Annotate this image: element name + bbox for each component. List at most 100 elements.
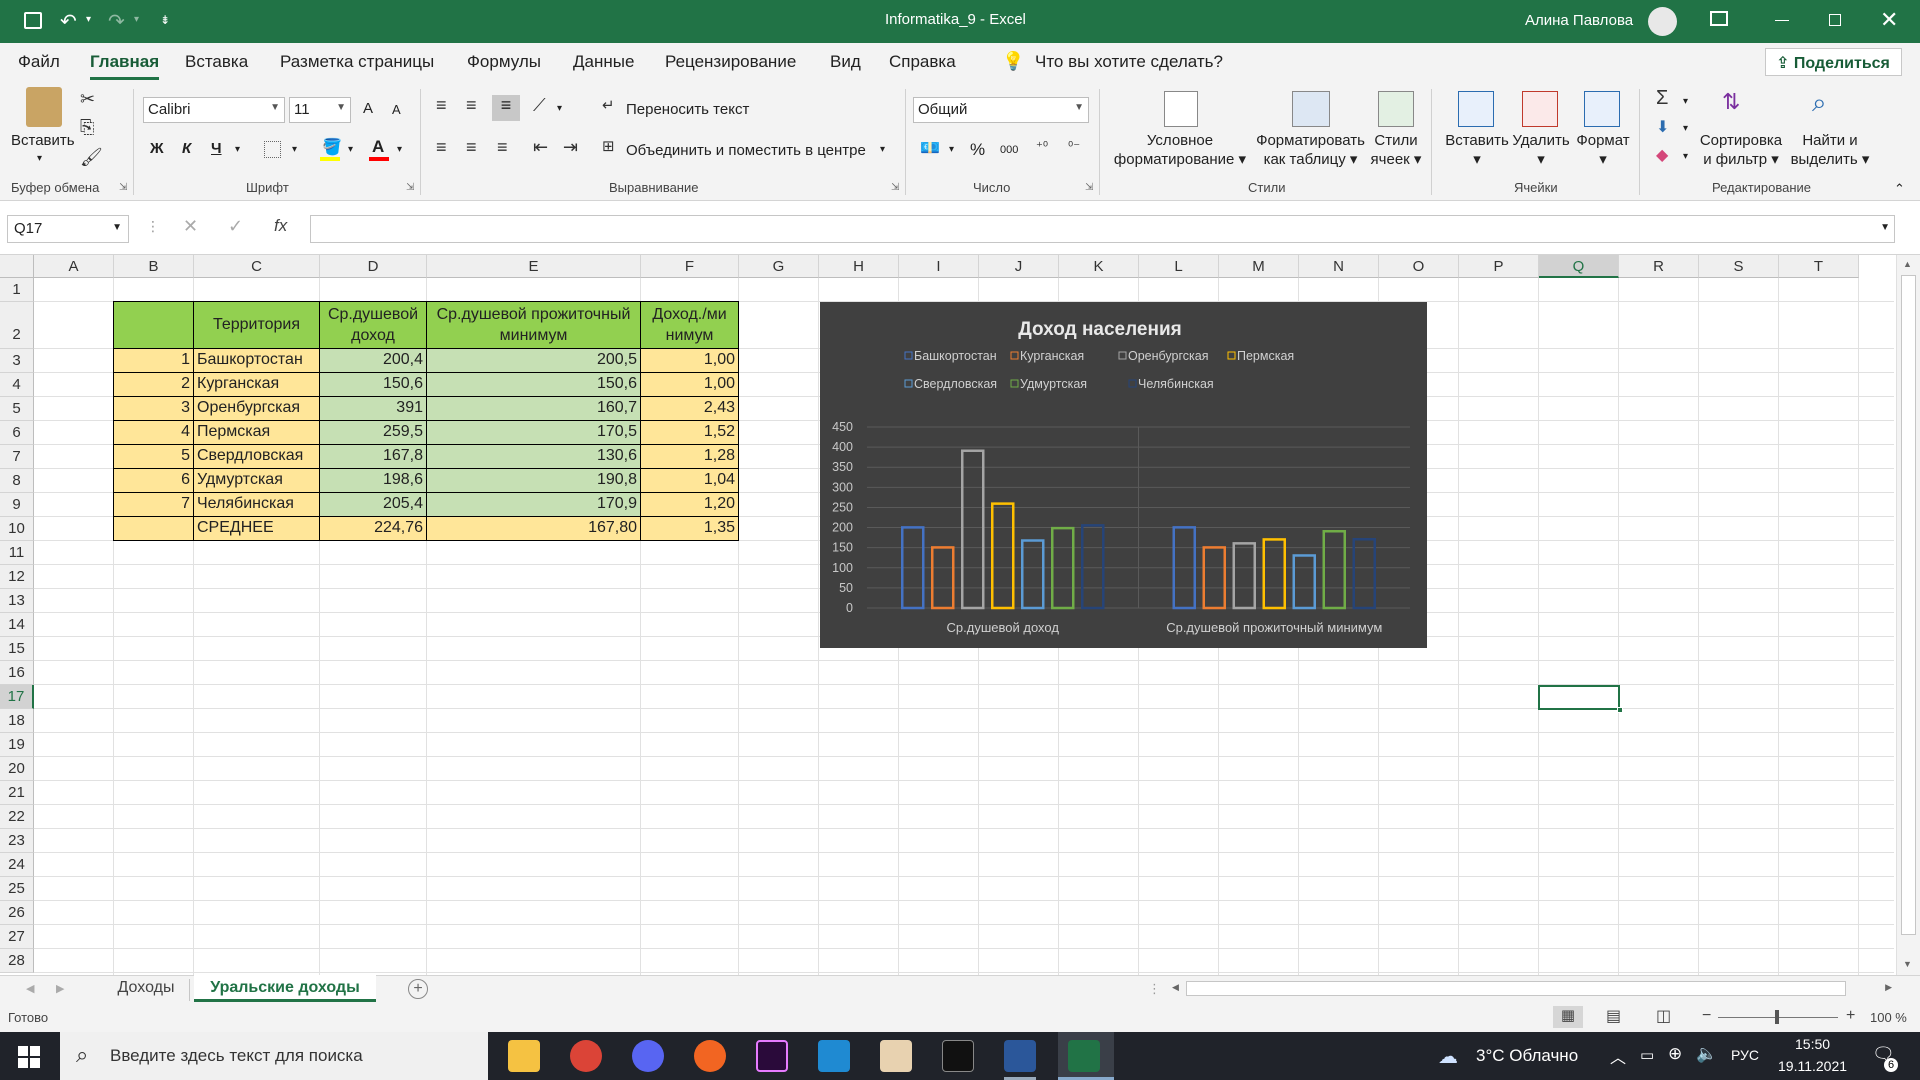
tab-view[interactable]: Вид <box>830 52 861 72</box>
restore-icon[interactable] <box>1829 14 1841 26</box>
column-header-s[interactable]: S <box>1699 255 1779 278</box>
row-header-19[interactable]: 19 <box>0 733 34 757</box>
merge-center-icon[interactable]: ⊞ <box>602 137 615 155</box>
close-icon[interactable]: ✕ <box>1880 7 1898 33</box>
align-center-icon[interactable]: ≡ <box>466 137 477 158</box>
customize-qat-icon[interactable]: ⇟ <box>160 13 170 27</box>
collapse-ribbon-icon[interactable]: ⌃ <box>1894 181 1905 197</box>
column-header-q[interactable]: Q <box>1539 255 1619 278</box>
battery-icon[interactable]: ▭ <box>1640 1046 1654 1064</box>
wrap-text-icon[interactable]: ↵ <box>602 96 615 114</box>
cell-ratio[interactable]: 1,00 <box>641 349 739 373</box>
windows-start-icon[interactable] <box>18 1046 40 1068</box>
chrome-icon[interactable] <box>570 1040 602 1072</box>
vertical-scroll-thumb[interactable] <box>1901 275 1916 935</box>
accounting-format-icon[interactable]: 💶 <box>920 138 940 158</box>
cell-income[interactable]: 391 <box>320 397 427 421</box>
formula-input[interactable]: ▼ <box>310 215 1895 243</box>
cell-ratio[interactable]: 1,52 <box>641 421 739 445</box>
clear-icon[interactable]: ◆ <box>1656 145 1668 165</box>
tell-me-search[interactable]: Что вы хотите сделать? <box>1035 52 1223 72</box>
cell-territory[interactable]: Башкортостан <box>194 349 320 373</box>
header-cell-b[interactable] <box>114 302 194 349</box>
format-cells-button[interactable]: Формат ▾ <box>1572 131 1634 169</box>
name-box[interactable]: Q17 ▼ <box>7 215 129 243</box>
cell-territory[interactable]: Курганская <box>194 373 320 397</box>
number-format-combo[interactable]: Общий ▼ <box>913 97 1089 123</box>
insert-cells-icon[interactable] <box>1458 91 1494 127</box>
column-header-m[interactable]: M <box>1219 255 1299 278</box>
premiere-icon[interactable] <box>756 1040 788 1072</box>
row-header-18[interactable]: 18 <box>0 709 34 733</box>
decrease-indent-icon[interactable]: ⇤ <box>533 137 548 158</box>
weather-text[interactable]: 3°C Облачно <box>1476 1046 1578 1066</box>
cell-territory[interactable]: Свердловская <box>194 445 320 469</box>
row-header-6[interactable]: 6 <box>0 421 34 445</box>
page-break-view-button[interactable]: ◫ <box>1656 1006 1671 1026</box>
cell-minimum[interactable]: 160,7 <box>427 397 641 421</box>
clock-time[interactable]: 15:50 <box>1795 1036 1830 1052</box>
format-painter-icon[interactable]: 🖌 <box>80 147 103 168</box>
next-sheet-icon[interactable]: ▶ <box>56 982 64 995</box>
cell-income[interactable]: 205,4 <box>320 493 427 517</box>
cell-income[interactable]: 167,8 <box>320 445 427 469</box>
increase-indent-icon[interactable]: ⇥ <box>563 137 578 158</box>
borders-dropdown-icon[interactable]: ▾ <box>292 144 297 155</box>
grow-font-button[interactable]: A <box>363 100 373 117</box>
wrap-text-button[interactable]: Переносить текст <box>626 101 749 118</box>
cell-minimum[interactable]: 130,6 <box>427 445 641 469</box>
merge-center-button[interactable]: Объединить и поместить в центре <box>626 142 866 159</box>
orientation-icon[interactable]: ⟋ <box>533 95 546 116</box>
cell-index[interactable]: 6 <box>114 469 194 493</box>
thousands-button[interactable]: 000 <box>1000 144 1018 156</box>
tab-home[interactable]: Главная <box>90 52 160 80</box>
column-header-j[interactable]: J <box>979 255 1059 278</box>
tab-split-handle[interactable]: ⋮ <box>1148 981 1161 997</box>
row-header-2[interactable]: 2 <box>0 302 34 349</box>
sheet-tab-dohody[interactable]: Доходы <box>103 979 190 1001</box>
column-header-l[interactable]: L <box>1139 255 1219 278</box>
sheet-tab-uralskie[interactable]: Уральские доходы <box>194 975 376 1002</box>
column-header-n[interactable]: N <box>1299 255 1379 278</box>
row-header-20[interactable]: 20 <box>0 757 34 781</box>
row-header-8[interactable]: 8 <box>0 469 34 493</box>
language-indicator[interactable]: РУС <box>1731 1047 1759 1063</box>
insert-cells-button[interactable]: Вставить ▾ <box>1444 131 1510 169</box>
cell-index[interactable]: 3 <box>114 397 194 421</box>
tab-review[interactable]: Рецензирование <box>665 52 796 72</box>
chart[interactable]: Доход населения Башкортостан Курганская Оре… <box>820 302 1427 648</box>
accounting-dropdown-icon[interactable]: ▾ <box>949 144 954 155</box>
prev-sheet-icon[interactable]: ◀ <box>26 982 34 995</box>
paste-icon[interactable] <box>26 87 62 127</box>
cell-minimum[interactable]: 190,8 <box>427 469 641 493</box>
delete-cells-icon[interactable] <box>1522 91 1558 127</box>
column-header-t[interactable]: T <box>1779 255 1859 278</box>
cell-ratio[interactable]: 2,43 <box>641 397 739 421</box>
add-sheet-button[interactable]: + <box>408 979 428 999</box>
cell-ratio[interactable]: 1,00 <box>641 373 739 397</box>
normal-view-button[interactable]: ▦ <box>1553 1006 1583 1028</box>
app-orange-icon[interactable] <box>694 1040 726 1072</box>
page-layout-view-button[interactable]: ▤ <box>1606 1006 1621 1026</box>
column-header-g[interactable]: G <box>739 255 819 278</box>
format-as-table-icon[interactable] <box>1292 91 1330 127</box>
cell-minimum[interactable]: 150,6 <box>427 373 641 397</box>
align-bottom-icon[interactable]: ≡ <box>492 95 520 121</box>
cell-income[interactable]: 200,4 <box>320 349 427 373</box>
row-header-28[interactable]: 28 <box>0 949 34 973</box>
minimize-icon[interactable] <box>1775 20 1789 21</box>
cell-index[interactable]: 5 <box>114 445 194 469</box>
horizontal-scrollbar[interactable]: ◀ ▶ <box>1168 979 1896 999</box>
delete-cells-button[interactable]: Удалить ▾ <box>1510 131 1572 169</box>
autosum-icon[interactable]: Σ <box>1656 87 1668 110</box>
avg-label[interactable]: СРЕДНЕЕ <box>194 517 320 541</box>
select-all-corner[interactable] <box>0 255 34 278</box>
conditional-format-button[interactable]: Условное форматирование ▾ <box>1110 131 1250 169</box>
find-select-button[interactable]: Найти и выделить ▾ <box>1790 131 1870 169</box>
orientation-dropdown-icon[interactable]: ▾ <box>557 103 562 114</box>
row-header-26[interactable]: 26 <box>0 901 34 925</box>
alignment-launcher-icon[interactable]: ⇲ <box>891 182 899 193</box>
row-header-1[interactable]: 1 <box>0 278 34 302</box>
row-header-11[interactable]: 11 <box>0 541 34 565</box>
row-header-21[interactable]: 21 <box>0 781 34 805</box>
